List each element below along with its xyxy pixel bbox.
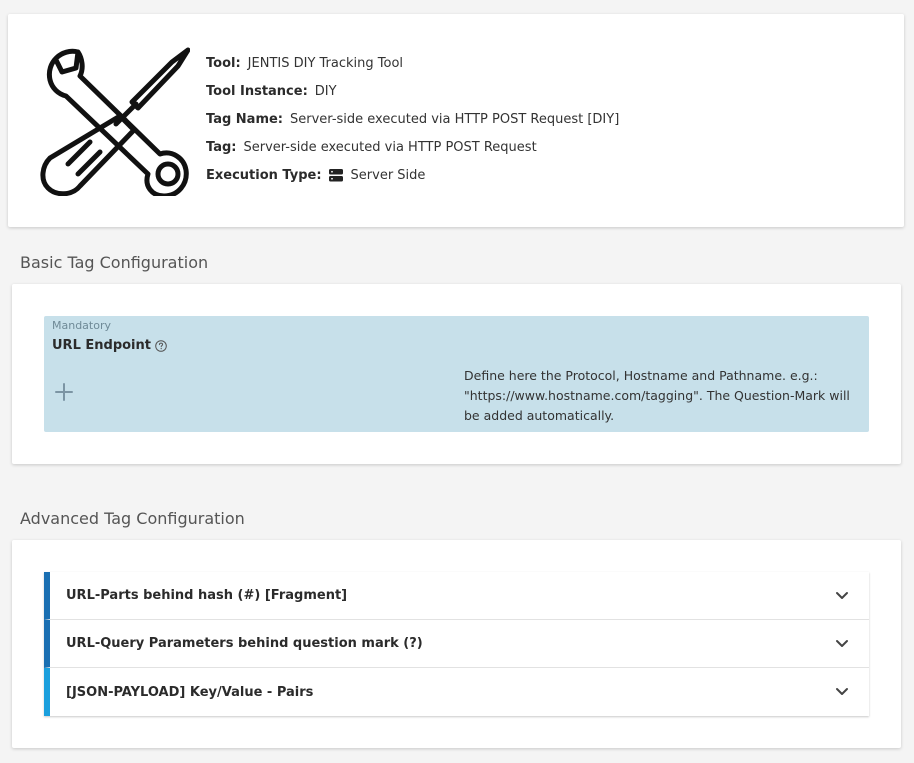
add-url-endpoint-button[interactable] (52, 380, 76, 404)
server-icon (328, 169, 343, 182)
accordion-item-label: [JSON-PAYLOAD] Key/Value - Pairs (66, 684, 314, 700)
wrench-screwdriver-icon (40, 47, 190, 196)
question-circle-icon[interactable] (155, 339, 167, 352)
accordion-item-json-payload[interactable]: [JSON-PAYLOAD] Key/Value - Pairs (44, 668, 869, 716)
url-endpoint-label: URL Endpoint (52, 338, 151, 353)
exec-label: Execution Type: (206, 168, 322, 183)
accordion-item-fragment[interactable]: URL-Parts behind hash (#) [Fragment] (44, 572, 869, 620)
mandatory-tag: Mandatory (52, 319, 112, 332)
instance-value: DIY (314, 84, 337, 99)
tool-value: JENTIS DIY Tracking Tool (247, 56, 404, 71)
chevron-down-icon[interactable] (835, 638, 849, 650)
url-endpoint-description: Define here the Protocol, Hostname and P… (464, 368, 850, 423)
info-row-instance: Tool Instance: DIY (206, 84, 619, 112)
tag-label: Tag: (206, 140, 237, 155)
url-endpoint-field: Mandatory URL Endpoint Define here the P… (44, 316, 869, 432)
info-row-exec: Execution Type: Server Side (206, 168, 619, 196)
accordion-item-label: URL-Parts behind hash (#) [Fragment] (66, 588, 348, 603)
advanced-config-title: Advanced Tag Configuration (20, 509, 245, 528)
url-endpoint-label-row: URL Endpoint (52, 338, 167, 353)
plus-icon (55, 383, 73, 401)
info-row-tool: Tool: JENTIS DIY Tracking Tool (206, 56, 619, 84)
chevron-down-icon[interactable] (835, 686, 849, 698)
advanced-accordion: URL-Parts behind hash (#) [Fragment] URL… (44, 572, 869, 716)
tag-value: Server-side executed via HTTP POST Reque… (243, 140, 537, 155)
instance-label: Tool Instance: (206, 84, 308, 99)
info-row-tagname: Tag Name: Server-side executed via HTTP … (206, 112, 619, 140)
accordion-item-label: URL-Query Parameters behind question mar… (66, 636, 423, 651)
advanced-config-card: URL-Parts behind hash (#) [Fragment] URL… (12, 540, 901, 748)
tagname-value: Server-side executed via HTTP POST Reque… (290, 112, 620, 127)
basic-config-title: Basic Tag Configuration (20, 253, 209, 272)
accordion-item-query-params[interactable]: URL-Query Parameters behind question mar… (44, 620, 869, 668)
tool-label: Tool: (206, 56, 241, 71)
tagname-label: Tag Name: (206, 112, 284, 127)
exec-value: Server Side (350, 168, 426, 183)
info-row-tag: Tag: Server-side executed via HTTP POST … (206, 140, 619, 168)
basic-config-card: Mandatory URL Endpoint Define here the P… (12, 284, 901, 464)
chevron-down-icon[interactable] (835, 590, 849, 602)
tag-info-card: Tool: JENTIS DIY Tracking Tool Tool Inst… (8, 14, 904, 227)
